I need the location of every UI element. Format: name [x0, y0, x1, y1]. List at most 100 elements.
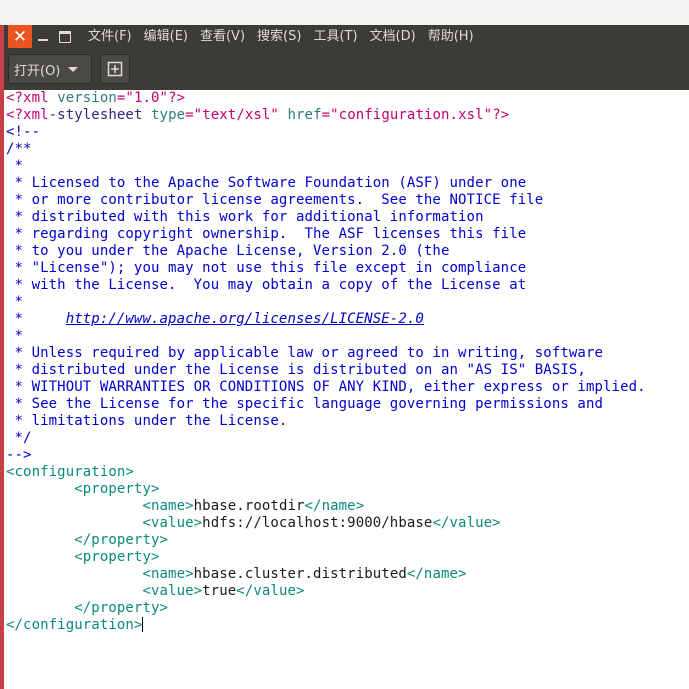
minimize-icon: [38, 38, 48, 41]
code-token: ?>: [168, 90, 186, 106]
code-token: */: [6, 430, 32, 446]
open-button[interactable]: 打开(O): [8, 54, 92, 84]
code-view[interactable]: <?xml version="1.0"?> <?xml-stylesheet ty…: [4, 90, 689, 634]
code-token: * Licensed to the Apache Software Founda…: [6, 175, 527, 191]
code-token: * with the License. You may obtain a cop…: [6, 277, 527, 293]
code-token: *: [6, 294, 24, 310]
code-token: =: [321, 107, 331, 123]
code-line: -->: [6, 447, 689, 464]
minimize-button[interactable]: [32, 25, 54, 48]
open-button-label: 打开(O): [14, 63, 61, 79]
code-line: </property>: [6, 600, 689, 617]
code-token: <property>: [74, 481, 160, 497]
code-token: * distributed with this work for additio…: [6, 209, 484, 225]
code-token: *: [6, 328, 24, 344]
code-token: version: [57, 90, 117, 106]
code-line: <value>true</value>: [6, 583, 689, 600]
code-token: * or more contributor license agreements…: [6, 192, 544, 208]
code-line: * http://www.apache.org/licenses/LICENSE…: [6, 311, 689, 328]
code-line: *: [6, 158, 689, 175]
code-line: * distributed with this work for additio…: [6, 209, 689, 226]
code-token: ?>: [492, 107, 510, 123]
code-token: * Unless required by applicable law or a…: [6, 345, 604, 361]
toolbar: 打开(O): [4, 48, 689, 90]
menu-view[interactable]: 查看(V): [194, 25, 251, 48]
maximize-button[interactable]: [54, 25, 76, 48]
code-token: -stylesheet: [48, 107, 152, 123]
code-token: =: [185, 107, 194, 123]
menu-help[interactable]: 帮助(H): [422, 25, 480, 48]
code-token: </property>: [74, 532, 169, 548]
code-token: -->: [6, 447, 32, 463]
code-token: </configuration>: [6, 617, 143, 633]
code-line: </configuration>: [6, 617, 689, 634]
menu-documents[interactable]: 文档(D): [364, 25, 422, 48]
desktop-top-strip: [0, 0, 689, 25]
code-token: <value>: [142, 583, 203, 599]
menu-tools[interactable]: 工具(T): [307, 25, 363, 48]
menu-file[interactable]: 文件(F): [82, 25, 138, 48]
code-token: hbase.cluster.distributed: [193, 566, 407, 582]
code-token: </name>: [406, 566, 467, 582]
code-token: </value>: [432, 515, 501, 531]
code-line: * Unless required by applicable law or a…: [6, 345, 689, 362]
code-token: </property>: [74, 600, 169, 616]
maximize-icon: [59, 30, 71, 43]
close-icon: ✕: [12, 26, 28, 47]
code-line: * "License"); you may not use this file …: [6, 260, 689, 277]
code-token: * to you under the Apache License, Versi…: [6, 243, 450, 259]
code-line: * See the License for the specific langu…: [6, 396, 689, 413]
code-token: *: [6, 158, 24, 174]
menu-list: 文件(F) 编辑(E) 查看(V) 搜索(S) 工具(T) 文档(D) 帮助(H…: [82, 25, 480, 48]
text-editor[interactable]: <?xml version="1.0"?> <?xml-stylesheet ty…: [4, 90, 689, 689]
code-line: <configuration>: [6, 464, 689, 481]
code-line: <name>hbase.cluster.distributed</name>: [6, 566, 689, 583]
code-token: true: [202, 583, 237, 599]
menu-search[interactable]: 搜索(S): [251, 25, 307, 48]
code-token[interactable]: http://www.apache.org/licenses/LICENSE-2…: [66, 311, 424, 327]
code-token: hbase.rootdir: [193, 498, 305, 514]
code-line: /**: [6, 141, 689, 158]
code-token: *: [6, 311, 66, 327]
code-line: <property>: [6, 549, 689, 566]
code-line: <!--: [6, 124, 689, 141]
code-token: </value>: [236, 583, 305, 599]
new-document-button[interactable]: [100, 54, 130, 84]
code-line: *: [6, 328, 689, 345]
code-token: <?xml: [6, 90, 58, 106]
code-line: * regarding copyright ownership. The ASF…: [6, 226, 689, 243]
code-token: <property>: [74, 549, 160, 565]
code-token: * "License"); you may not use this file …: [6, 260, 527, 276]
code-line: * WITHOUT WARRANTIES OR CONDITIONS OF AN…: [6, 379, 689, 396]
code-token: <name>: [142, 498, 194, 514]
title-menu-bar: ✕ 文件(F) 编辑(E) 查看(V) 搜索(S) 工具(T) 文档(D) 帮助…: [4, 25, 689, 48]
new-document-icon: [107, 61, 123, 77]
code-line: </property>: [6, 532, 689, 549]
code-token: "1.0": [125, 90, 169, 106]
code-token: href: [287, 107, 322, 123]
code-line: * or more contributor license agreements…: [6, 192, 689, 209]
code-token: type: [151, 107, 186, 123]
code-line: <name>hbase.rootdir</name>: [6, 498, 689, 515]
code-token: "text/xsl": [193, 107, 279, 123]
code-token: "configuration.xsl": [330, 107, 493, 123]
code-line: *: [6, 294, 689, 311]
code-token: * limitations under the License.: [6, 413, 288, 429]
code-line: * distributed under the License is distr…: [6, 362, 689, 379]
menu-edit[interactable]: 编辑(E): [138, 25, 194, 48]
code-line: * to you under the Apache License, Versi…: [6, 243, 689, 260]
code-token: * See the License for the specific langu…: [6, 396, 604, 412]
close-button[interactable]: ✕: [8, 25, 32, 48]
code-token: </name>: [304, 498, 365, 514]
code-line: <value>hdfs://localhost:9000/hbase</valu…: [6, 515, 689, 532]
code-token: <value>: [142, 515, 203, 531]
chevron-down-icon: [68, 66, 79, 72]
